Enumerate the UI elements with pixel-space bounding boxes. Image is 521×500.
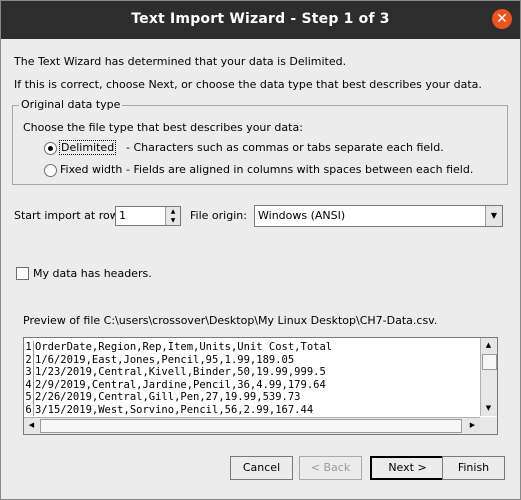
vertical-scroll-thumb[interactable] xyxy=(482,354,497,370)
preview-row-number: 2 xyxy=(24,353,34,366)
file-origin-select[interactable]: Windows (ANSI) ▼ xyxy=(254,205,503,227)
spin-up-icon[interactable]: ▲ xyxy=(165,207,180,216)
preview-row-number: 1 xyxy=(24,341,34,354)
preview-horizontal-scrollbar[interactable]: ◀ ▶ xyxy=(24,417,480,434)
preview-label: Preview of file C:\users\crossover\Deskt… xyxy=(23,314,438,327)
preview-row: 2 1/6/2019,East,Jones,Pencil,95,1.99,189.… xyxy=(24,353,332,366)
start-row-label: Start import at row: xyxy=(14,209,122,222)
delimited-radio[interactable] xyxy=(44,142,57,155)
preview-row-text: 1/23/2019,Central,Kivell,Binder,50,19.99… xyxy=(35,366,326,378)
delimited-description: - Characters such as commas or tabs sepa… xyxy=(126,141,444,154)
dialog-title: Text Import Wizard - Step 1 of 3 xyxy=(131,11,390,27)
preview-rows: 1 OrderDate,Region,Rep,Item,Units,Unit Co… xyxy=(24,341,332,416)
cancel-button[interactable]: Cancel xyxy=(230,456,293,480)
file-preview[interactable]: 1 OrderDate,Region,Rep,Item,Units,Unit Co… xyxy=(23,337,498,435)
preview-row-number: 5 xyxy=(24,391,34,404)
title-bar[interactable]: Text Import Wizard - Step 1 of 3 ✕ xyxy=(1,1,520,39)
headers-checkbox-label[interactable]: My data has headers. xyxy=(33,267,152,280)
preview-row: 1 OrderDate,Region,Rep,Item,Units,Unit Co… xyxy=(24,341,332,354)
preview-row-text: 1/6/2019,East,Jones,Pencil,95,1.99,189.0… xyxy=(35,353,295,366)
preview-row-text: 2/26/2019,Central,Gill,Pen,27,19.99,539.… xyxy=(35,391,301,403)
preview-row-number: 3 xyxy=(24,366,34,379)
finish-button[interactable]: Finish xyxy=(442,456,505,480)
chevron-down-icon[interactable]: ▼ xyxy=(485,206,502,226)
preview-row-text: OrderDate,Region,Rep,Item,Units,Unit Cos… xyxy=(35,341,333,353)
back-button[interactable]: < Back xyxy=(299,456,362,480)
preview-row-text: 3/15/2019,West,Sorvino,Pencil,56,2.99,16… xyxy=(35,403,314,416)
file-origin-label: File origin: xyxy=(190,209,247,222)
preview-row-number: 4 xyxy=(24,378,34,391)
start-row-spinner[interactable]: 1 ▲ ▼ xyxy=(115,206,181,226)
preview-row-number: 6 xyxy=(24,403,34,416)
intro-line-2: If this is correct, choose Next, or choo… xyxy=(14,78,482,91)
fixed-width-radio[interactable] xyxy=(44,164,57,177)
horizontal-scroll-thumb[interactable] xyxy=(40,419,462,433)
scroll-right-icon[interactable]: ▶ xyxy=(465,418,480,433)
scroll-left-icon[interactable]: ◀ xyxy=(24,418,39,433)
fixed-width-description: - Fields are aligned in columns with spa… xyxy=(126,163,474,176)
preview-vertical-scrollbar[interactable]: ▲ ▼ xyxy=(480,338,497,416)
headers-checkbox[interactable] xyxy=(16,267,29,280)
next-button[interactable]: Next > xyxy=(370,456,445,480)
scroll-down-icon[interactable]: ▼ xyxy=(481,401,496,416)
intro-line-1: The Text Wizard has determined that your… xyxy=(14,55,347,68)
file-type-prompt: Choose the file type that best describes… xyxy=(23,121,303,134)
preview-row: 3 1/23/2019,Central,Kivell,Binder,50,19.9… xyxy=(24,366,332,379)
preview-row: 6 3/15/2019,West,Sorvino,Pencil,56,2.99,1… xyxy=(24,403,332,416)
close-icon[interactable]: ✕ xyxy=(492,9,512,29)
group-legend: Original data type xyxy=(19,98,123,111)
preview-row-text: 2/9/2019,Central,Jardine,Pencil,36,4.99,… xyxy=(35,378,326,391)
spin-down-icon[interactable]: ▼ xyxy=(165,216,180,225)
delimited-label[interactable]: Delimited xyxy=(58,140,117,155)
text-import-wizard-dialog: Text Import Wizard - Step 1 of 3 ✕ The T… xyxy=(0,0,521,500)
fixed-width-label[interactable]: Fixed width xyxy=(60,163,122,176)
start-row-value[interactable]: 1 xyxy=(119,209,126,222)
file-origin-value[interactable]: Windows (ANSI) xyxy=(258,209,345,222)
preview-row: 4 2/9/2019,Central,Jardine,Pencil,36,4.99… xyxy=(24,378,332,391)
scroll-corner xyxy=(480,417,497,434)
preview-row: 5 2/26/2019,Central,Gill,Pen,27,19.99,539… xyxy=(24,391,332,404)
scroll-up-icon[interactable]: ▲ xyxy=(481,338,496,353)
